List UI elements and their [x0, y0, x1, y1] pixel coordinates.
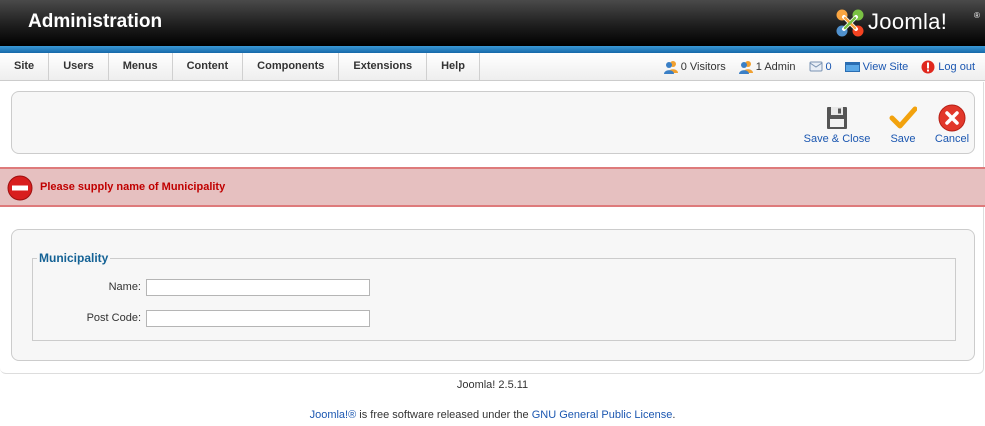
toolbar: Save & Close Save Cancel	[11, 91, 975, 154]
main-menu: Site Users Menus Content Components Exte…	[0, 53, 480, 80]
logout-icon	[921, 60, 935, 73]
post-code-label: Post Code:	[86, 312, 141, 324]
logo-text: Joomla!	[868, 9, 948, 34]
save-close-icon-wrap	[823, 104, 851, 132]
menu-item-users[interactable]: Users	[49, 53, 109, 80]
error-alert: Please supply name of Municipality	[0, 167, 985, 207]
municipality-fieldset: Municipality Name: Post Code:	[32, 251, 956, 341]
license-text: is free software released under the	[356, 409, 532, 421]
admin-header: Administration Joomla! ®	[0, 0, 985, 46]
visitors-icon	[663, 60, 678, 74]
visitors-count: 0 Visitors	[680, 60, 726, 73]
cancel-button[interactable]: Cancel	[930, 92, 974, 154]
status-bar: 0 Visitors 1 Admin 0 View Site Log out	[651, 53, 975, 80]
joomla-link[interactable]: Joomla!®	[310, 409, 357, 421]
logout-link[interactable]: Log out	[921, 60, 975, 74]
menu-item-components[interactable]: Components	[243, 53, 340, 80]
close-icon	[938, 104, 966, 132]
edit-form: Municipality Name: Post Code:	[11, 229, 975, 361]
joomla-logo[interactable]: Joomla! ®	[834, 7, 980, 39]
view-site-label[interactable]: View Site	[863, 61, 909, 73]
error-icon	[7, 175, 33, 201]
logo-registered-mark: ®	[974, 11, 980, 20]
menu-item-content[interactable]: Content	[173, 53, 244, 80]
license-end: .	[672, 409, 676, 421]
save-label: Save	[890, 133, 916, 145]
page-title: Administration	[28, 11, 163, 32]
admins-count: 1 Admin	[755, 60, 796, 73]
footer-license: Joomla!® is free software released under…	[0, 409, 985, 421]
admin-user-icon	[738, 60, 753, 74]
menu-item-extensions[interactable]: Extensions	[339, 53, 428, 80]
cancel-icon-wrap	[938, 104, 966, 132]
header-accent-bar	[0, 46, 985, 53]
messages-icon	[809, 61, 823, 72]
visitors-status: 0 Visitors	[663, 60, 726, 74]
menu-item-help[interactable]: Help	[427, 53, 480, 80]
name-input[interactable]	[146, 279, 370, 296]
save-button[interactable]: Save	[884, 92, 922, 154]
error-message: Please supply name of Municipality	[40, 181, 226, 193]
name-label: Name:	[108, 281, 141, 293]
menu-item-menus[interactable]: Menus	[109, 53, 173, 80]
view-site-icon	[844, 61, 860, 72]
fieldset-legend: Municipality	[37, 251, 111, 265]
cancel-label: Cancel	[934, 133, 970, 145]
floppy-disk-icon	[827, 107, 847, 129]
post-code-input[interactable]	[146, 310, 370, 327]
view-site-link[interactable]: View Site	[844, 61, 909, 73]
menu-bar: Site Users Menus Content Components Exte…	[0, 53, 985, 81]
admins-status: 1 Admin	[738, 60, 796, 74]
menu-item-site[interactable]: Site	[0, 53, 50, 80]
save-close-button[interactable]: Save & Close	[800, 92, 874, 154]
save-icon-wrap	[889, 104, 918, 132]
footer-version: Joomla! 2.5.11	[456, 379, 529, 391]
messages-count[interactable]: 0	[826, 61, 832, 73]
messages-status[interactable]: 0	[809, 60, 832, 73]
save-close-label: Save & Close	[803, 133, 871, 145]
logout-label[interactable]: Log out	[938, 61, 975, 73]
joomla-logo-icon	[836, 9, 864, 37]
gnu-license-link[interactable]: GNU General Public License	[532, 409, 673, 421]
checkmark-icon	[889, 106, 918, 129]
